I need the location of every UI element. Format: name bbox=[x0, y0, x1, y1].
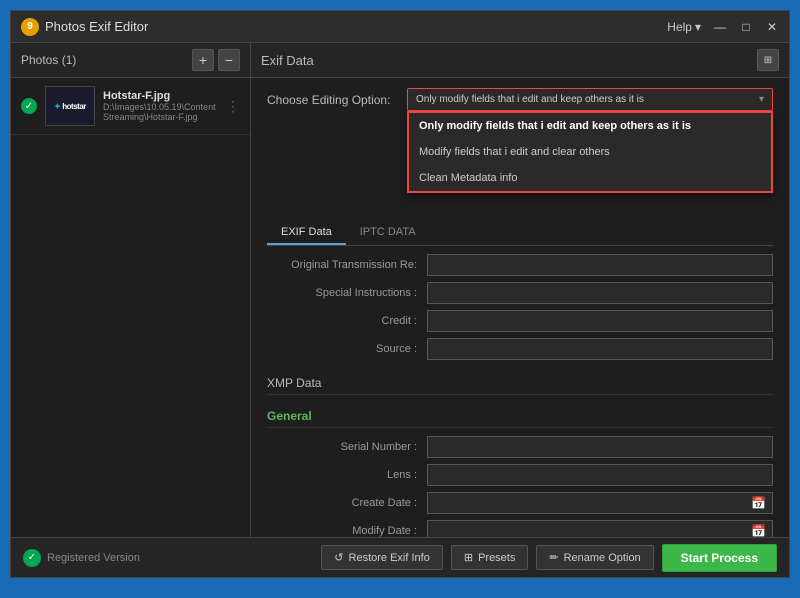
general-section-header: General bbox=[267, 403, 773, 428]
left-panel: Photos (1) + − ✓ ✦ hotstar Hotstar-F.jpg… bbox=[11, 43, 251, 537]
restore-btn-label: Restore Exif Info bbox=[349, 552, 430, 564]
transmission-input[interactable] bbox=[427, 254, 773, 276]
panel-header-buttons: + − bbox=[192, 49, 240, 71]
select-value: Only modify fields that i edit and keep … bbox=[416, 94, 644, 105]
credit-label: Credit : bbox=[267, 315, 427, 327]
tab-exif-data[interactable]: EXIF Data bbox=[267, 221, 346, 245]
pencil-icon: ✏ bbox=[549, 551, 558, 564]
chevron-down-icon: ▾ bbox=[695, 20, 701, 34]
app-icon: 9 bbox=[21, 18, 39, 36]
app-window: 9 Photos Exif Editor Help ▾ — □ ✕ Photos… bbox=[10, 10, 790, 578]
create-date-field: 📅 bbox=[427, 492, 773, 514]
form-row-lens: Lens : bbox=[267, 464, 773, 486]
rename-option-button[interactable]: ✏ Rename Option bbox=[536, 545, 653, 570]
registered-icon: ✓ bbox=[23, 549, 41, 567]
general-fields-section: Serial Number : Lens : Create Date : 📅 bbox=[267, 436, 773, 537]
registered-label: Registered Version bbox=[47, 552, 140, 564]
help-label: Help bbox=[667, 20, 692, 34]
registered-status: ✓ Registered Version bbox=[23, 549, 313, 567]
credit-input[interactable] bbox=[427, 310, 773, 332]
modify-date-label: Modify Date : bbox=[267, 525, 427, 537]
main-content: Photos (1) + − ✓ ✦ hotstar Hotstar-F.jpg… bbox=[11, 43, 789, 537]
form-row-create-date: Create Date : 📅 bbox=[267, 492, 773, 514]
photos-panel-title: Photos (1) bbox=[21, 53, 76, 67]
form-row-modify-date: Modify Date : 📅 bbox=[267, 520, 773, 537]
help-button[interactable]: Help ▾ bbox=[667, 20, 701, 34]
form-row-transmission: Original Transmission Re: bbox=[267, 254, 773, 276]
form-row-credit: Credit : bbox=[267, 310, 773, 332]
remove-photo-button[interactable]: − bbox=[218, 49, 240, 71]
photo-info: Hotstar-F.jpg D:\Images\10.05.19\Content… bbox=[103, 90, 218, 122]
add-photo-button[interactable]: + bbox=[192, 49, 214, 71]
special-input[interactable] bbox=[427, 282, 773, 304]
editing-option-select: Only modify fields that i edit and keep … bbox=[407, 88, 773, 111]
presets-btn-label: Presets bbox=[478, 552, 515, 564]
create-date-label: Create Date : bbox=[267, 497, 427, 509]
form-row-special: Special Instructions : bbox=[267, 282, 773, 304]
title-bar-left: 9 Photos Exif Editor bbox=[21, 18, 667, 36]
source-label: Source : bbox=[267, 343, 427, 355]
data-tabs: EXIF Data IPTC DATA bbox=[267, 221, 773, 246]
right-panel: Exif Data ⊞ Choose Editing Option: Only … bbox=[251, 43, 789, 537]
iptc-fields-section: Original Transmission Re: Special Instru… bbox=[267, 254, 773, 360]
close-button[interactable]: ✕ bbox=[765, 20, 779, 34]
photo-path: D:\Images\10.05.19\Content Streaming\Hot… bbox=[103, 102, 218, 122]
right-content: Choose Editing Option: Only modify field… bbox=[251, 78, 789, 537]
minimize-button[interactable]: — bbox=[713, 20, 727, 34]
photo-name: Hotstar-F.jpg bbox=[103, 90, 218, 102]
exif-panel-title: Exif Data bbox=[261, 53, 314, 68]
chevron-down-icon: ▾ bbox=[759, 94, 764, 105]
serial-label: Serial Number : bbox=[267, 441, 427, 453]
form-row-serial: Serial Number : bbox=[267, 436, 773, 458]
photo-thumbnail: ✦ hotstar bbox=[45, 86, 95, 126]
dropdown-item-3[interactable]: Clean Metadata info bbox=[409, 165, 771, 191]
photo-checkbox[interactable]: ✓ bbox=[21, 98, 37, 114]
source-input[interactable] bbox=[427, 338, 773, 360]
lens-input[interactable] bbox=[427, 464, 773, 486]
photo-list-item[interactable]: ✓ ✦ hotstar Hotstar-F.jpg D:\Images\10.0… bbox=[11, 78, 250, 135]
maximize-button[interactable]: □ bbox=[739, 20, 753, 34]
app-title: Photos Exif Editor bbox=[45, 19, 148, 34]
select-box[interactable]: Only modify fields that i edit and keep … bbox=[407, 88, 773, 111]
presets-icon: ⊞ bbox=[464, 551, 473, 564]
dropdown-item-1[interactable]: Only modify fields that i edit and keep … bbox=[409, 113, 771, 139]
bottom-bar: ✓ Registered Version ↺ Restore Exif Info… bbox=[11, 537, 789, 577]
presets-button[interactable]: ⊞ Presets bbox=[451, 545, 529, 570]
lens-label: Lens : bbox=[267, 469, 427, 481]
restore-icon: ↺ bbox=[334, 551, 343, 564]
title-bar: 9 Photos Exif Editor Help ▾ — □ ✕ bbox=[11, 11, 789, 43]
serial-input[interactable] bbox=[427, 436, 773, 458]
restore-exif-button[interactable]: ↺ Restore Exif Info bbox=[321, 545, 443, 570]
title-bar-right: Help ▾ — □ ✕ bbox=[667, 20, 779, 34]
dropdown-menu: Only modify fields that i edit and keep … bbox=[407, 111, 773, 193]
calendar-icon-2[interactable]: 📅 bbox=[751, 524, 766, 537]
calendar-icon[interactable]: 📅 bbox=[751, 496, 766, 510]
photos-panel-header: Photos (1) + − bbox=[11, 43, 250, 78]
exif-panel-header: Exif Data ⊞ bbox=[251, 43, 789, 78]
start-process-button[interactable]: Start Process bbox=[662, 544, 777, 572]
xmp-section-header: XMP Data bbox=[267, 370, 773, 395]
special-label: Special Instructions : bbox=[267, 287, 427, 299]
editing-option-label: Choose Editing Option: bbox=[267, 93, 407, 107]
editing-option-row: Choose Editing Option: Only modify field… bbox=[267, 88, 773, 111]
photo-more-icon[interactable]: ⋮ bbox=[226, 98, 240, 115]
tab-iptc-data[interactable]: IPTC DATA bbox=[346, 221, 430, 245]
transmission-label: Original Transmission Re: bbox=[267, 259, 427, 271]
app-icon-label: 9 bbox=[27, 21, 33, 32]
form-row-source: Source : bbox=[267, 338, 773, 360]
dropdown-item-2[interactable]: Modify fields that i edit and clear othe… bbox=[409, 139, 771, 165]
modify-date-field: 📅 bbox=[427, 520, 773, 537]
rename-btn-label: Rename Option bbox=[564, 552, 641, 564]
exif-icon-button[interactable]: ⊞ bbox=[757, 49, 779, 71]
